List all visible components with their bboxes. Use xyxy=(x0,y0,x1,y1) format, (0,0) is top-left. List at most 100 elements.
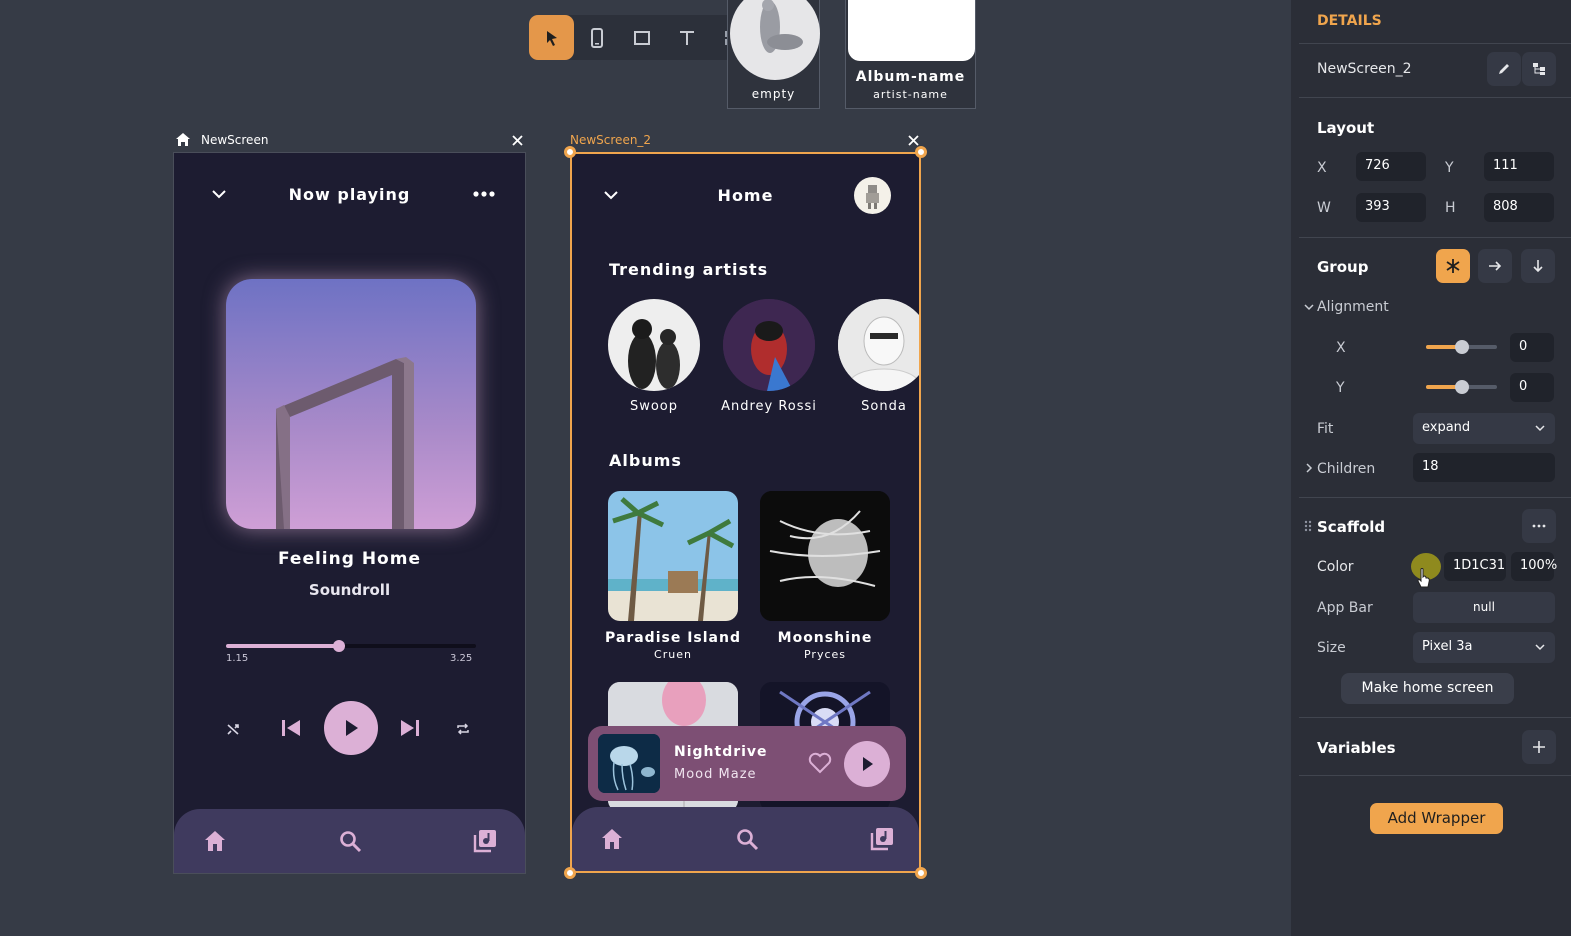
more-icon xyxy=(1532,524,1546,528)
width-input[interactable]: 393 xyxy=(1356,193,1426,222)
hierarchy-icon xyxy=(1533,63,1545,75)
group-stack-button[interactable] xyxy=(1436,249,1470,283)
children-count: 18 xyxy=(1413,453,1555,482)
rectangle-tool[interactable] xyxy=(619,15,664,60)
pointer-tool[interactable] xyxy=(529,15,574,60)
make-home-screen-button[interactable]: Make home screen xyxy=(1341,673,1514,704)
more-icon[interactable] xyxy=(473,191,495,197)
beach-image xyxy=(608,491,738,621)
progress-knob[interactable] xyxy=(332,640,345,652)
progress-track[interactable] xyxy=(226,640,476,652)
close-icon[interactable] xyxy=(512,135,523,146)
align-x-input[interactable]: 0 xyxy=(1510,333,1554,362)
size-select-value: Pixel 3a xyxy=(1422,639,1473,654)
chevron-down-icon xyxy=(1535,644,1545,651)
rename-button[interactable] xyxy=(1487,52,1521,86)
app-bar-label: App Bar xyxy=(1317,600,1373,616)
align-y-input[interactable]: 0 xyxy=(1510,373,1554,402)
color-hex-input[interactable]: 1D1C31 xyxy=(1444,552,1506,581)
song-title: Feeling Home xyxy=(278,549,421,569)
layout-heading: Layout xyxy=(1317,119,1375,137)
arrow-right-icon xyxy=(1489,261,1502,271)
home-icon[interactable] xyxy=(598,825,626,853)
artist-photo-andrey-rossi[interactable] xyxy=(723,299,815,391)
trending-artists-heading: Trending artists xyxy=(609,260,769,279)
add-variable-button[interactable] xyxy=(1522,730,1556,764)
jellyfish-image xyxy=(598,734,660,793)
heart-icon[interactable] xyxy=(808,752,832,774)
resize-handle-top-right[interactable] xyxy=(915,146,927,158)
avatar[interactable] xyxy=(854,177,891,214)
x-input[interactable]: 726 xyxy=(1356,152,1426,181)
repeat-icon[interactable] xyxy=(456,722,470,736)
add-wrapper-button[interactable]: Add Wrapper xyxy=(1370,803,1503,834)
shuffle-icon[interactable] xyxy=(226,722,240,736)
chevron-down-icon[interactable] xyxy=(1304,303,1314,311)
resize-handle-bottom-right[interactable] xyxy=(915,867,927,879)
skip-previous-icon[interactable] xyxy=(280,718,302,738)
chevron-right-icon[interactable] xyxy=(1305,463,1313,473)
home-icon[interactable] xyxy=(201,827,229,855)
text-tool[interactable] xyxy=(664,15,709,60)
group-heading: Group xyxy=(1317,258,1369,276)
album-title: Paradise Island xyxy=(605,630,741,646)
align-y-slider-knob[interactable] xyxy=(1455,380,1469,394)
divider xyxy=(1299,97,1571,98)
fit-select[interactable]: expand xyxy=(1413,413,1555,444)
mini-player[interactable]: Nightdrive Mood Maze xyxy=(588,726,906,801)
w-label: W xyxy=(1317,200,1331,216)
play-button[interactable] xyxy=(324,701,378,755)
search-icon[interactable] xyxy=(336,827,364,855)
windswept-hair-image xyxy=(760,491,890,621)
artist-photo-andrey-rossi-image xyxy=(723,299,815,391)
resize-handle-bottom-left[interactable] xyxy=(564,867,576,879)
avatar-preview xyxy=(730,0,820,80)
screen-home[interactable]: Home Trending artists Swoop Andrey Rossi… xyxy=(570,152,921,873)
group-column-button[interactable] xyxy=(1521,249,1555,283)
phone-frame-tool[interactable] xyxy=(574,15,619,60)
component-album-title: Album-name xyxy=(855,69,966,85)
height-input[interactable]: 808 xyxy=(1484,193,1554,222)
skip-next-icon[interactable] xyxy=(399,718,421,738)
component-empty-avatar[interactable]: empty xyxy=(727,0,820,109)
artist-photo-sonda-image xyxy=(838,299,919,391)
color-opacity-input[interactable]: 100% xyxy=(1511,552,1557,581)
progress-fill xyxy=(226,644,339,648)
scaffold-more-button[interactable] xyxy=(1522,509,1556,543)
album-artwork xyxy=(226,279,476,529)
artist-name: Soundroll xyxy=(308,581,391,599)
album-cover-paradise-island[interactable] xyxy=(608,491,738,621)
artist-photo-swoop[interactable] xyxy=(608,299,700,391)
library-icon[interactable] xyxy=(471,827,499,855)
app-bar-select[interactable]: null xyxy=(1413,592,1555,623)
drag-handle-icon[interactable] xyxy=(1304,520,1312,532)
alignment-label: Alignment xyxy=(1317,299,1389,315)
screen-now-playing[interactable]: Now playing Feeling Home Soundroll 1.15 … xyxy=(173,152,526,874)
search-icon[interactable] xyxy=(733,825,761,853)
size-label: Size xyxy=(1317,640,1346,656)
close-icon[interactable] xyxy=(908,135,919,146)
tree-view-button[interactable] xyxy=(1522,52,1556,86)
mini-player-title: Nightdrive xyxy=(674,744,768,760)
divider xyxy=(1299,237,1571,238)
size-select[interactable]: Pixel 3a xyxy=(1413,632,1555,663)
mini-player-artist: Mood Maze xyxy=(674,767,757,782)
align-x-slider-knob[interactable] xyxy=(1455,340,1469,354)
y-label: Y xyxy=(1445,160,1454,176)
screen-name-label-selected: NewScreen_2 xyxy=(570,133,652,147)
resize-handle-top-left[interactable] xyxy=(564,146,576,158)
artist-photo-sonda[interactable] xyxy=(838,299,919,391)
album-cover-moonshine[interactable] xyxy=(760,491,890,621)
group-row-button[interactable] xyxy=(1478,249,1512,283)
align-x-label: X xyxy=(1336,340,1346,356)
details-heading: DETAILS xyxy=(1317,13,1382,29)
library-icon[interactable] xyxy=(868,825,896,853)
screen-name-value: NewScreen_2 xyxy=(1317,61,1412,77)
asterisk-icon xyxy=(1446,259,1460,273)
y-input[interactable]: 111 xyxy=(1484,152,1554,181)
divider xyxy=(1299,43,1571,44)
divider xyxy=(1299,717,1571,718)
statue-image xyxy=(760,0,803,53)
component-album-card[interactable]: Album-name artist-name xyxy=(845,0,976,109)
mini-player-play-button[interactable] xyxy=(844,741,890,787)
